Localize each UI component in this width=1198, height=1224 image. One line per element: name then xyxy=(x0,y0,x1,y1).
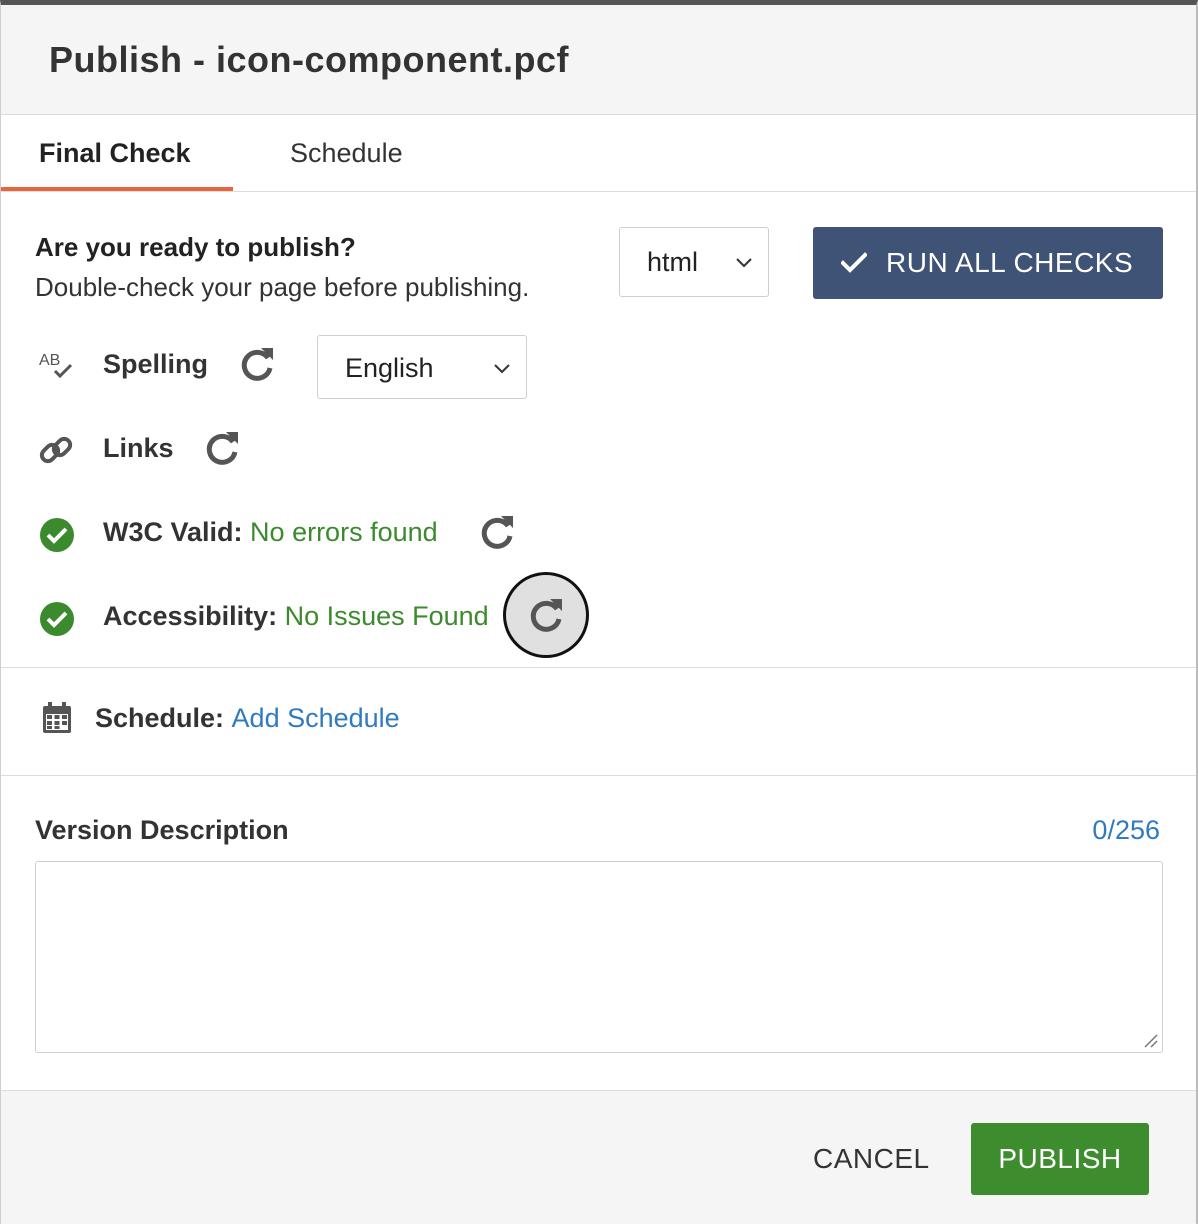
tab-bar: Final Check Schedule xyxy=(1,116,1196,192)
tab-schedule[interactable]: Schedule xyxy=(290,116,403,191)
run-all-checks-label: RUN ALL CHECKS xyxy=(886,247,1134,278)
publish-button[interactable]: PUBLISH xyxy=(971,1123,1149,1195)
spelling-language-select[interactable]: English xyxy=(317,335,527,399)
spelling-language-value: English xyxy=(345,353,434,383)
resize-grip-icon[interactable] xyxy=(1143,1033,1159,1049)
dialog-title: Publish - icon-component.pcf xyxy=(49,39,569,80)
w3c-refresh-icon[interactable] xyxy=(477,512,517,552)
divider xyxy=(1,775,1196,776)
run-all-checks-button[interactable]: RUN ALL CHECKS xyxy=(813,227,1163,299)
check-row-accessibility: Accessibility: No Issues Found xyxy=(1,587,501,647)
svg-text:AB: AB xyxy=(39,352,60,369)
format-select-value: html xyxy=(647,247,699,277)
check-icon xyxy=(841,252,867,273)
schedule-label: Schedule: xyxy=(95,703,225,733)
chevron-down-icon xyxy=(736,258,752,268)
check-row-w3c: W3C Valid: No errors found xyxy=(1,503,481,563)
chevron-down-icon xyxy=(494,364,510,374)
publish-dialog: Publish - icon-component.pcf Final Check… xyxy=(0,0,1198,1224)
w3c-check: W3C Valid: No errors found xyxy=(103,517,438,548)
check-row-links: Links xyxy=(1,419,301,479)
links-refresh-icon[interactable] xyxy=(202,428,242,468)
divider xyxy=(1,667,1196,668)
links-label: Links xyxy=(103,433,174,463)
accessibility-check: Accessibility: No Issues Found xyxy=(103,601,489,632)
ready-subheading: Double-check your page before publishing… xyxy=(35,272,530,302)
spelling-refresh-icon[interactable] xyxy=(237,344,277,384)
check-circle-icon xyxy=(40,518,74,552)
spellcheck-icon: AB xyxy=(39,352,73,379)
spelling-label: Spelling xyxy=(103,349,209,379)
link-icon xyxy=(39,436,73,464)
cancel-button[interactable]: CANCEL xyxy=(813,1129,930,1189)
accessibility-label: Accessibility: xyxy=(103,601,278,631)
version-description-label: Version Description xyxy=(35,815,289,845)
dialog-header: Publish - icon-component.pcf xyxy=(1,5,1196,115)
accessibility-result: No Issues Found xyxy=(284,601,489,631)
tab-final-check[interactable]: Final Check xyxy=(1,116,233,191)
version-description-counter: 0/256 xyxy=(1092,815,1160,845)
calendar-icon xyxy=(43,702,71,733)
w3c-result: No errors found xyxy=(250,517,438,547)
version-description-input[interactable] xyxy=(35,861,1163,1053)
accessibility-refresh-icon[interactable] xyxy=(526,595,566,635)
ready-heading: Are you ready to publish? xyxy=(35,232,356,262)
schedule-row: Schedule: Add Schedule xyxy=(95,703,400,734)
add-schedule-link[interactable]: Add Schedule xyxy=(232,703,400,733)
format-select[interactable]: html xyxy=(619,227,769,297)
check-circle-icon xyxy=(40,602,74,636)
w3c-label: W3C Valid: xyxy=(103,517,243,547)
